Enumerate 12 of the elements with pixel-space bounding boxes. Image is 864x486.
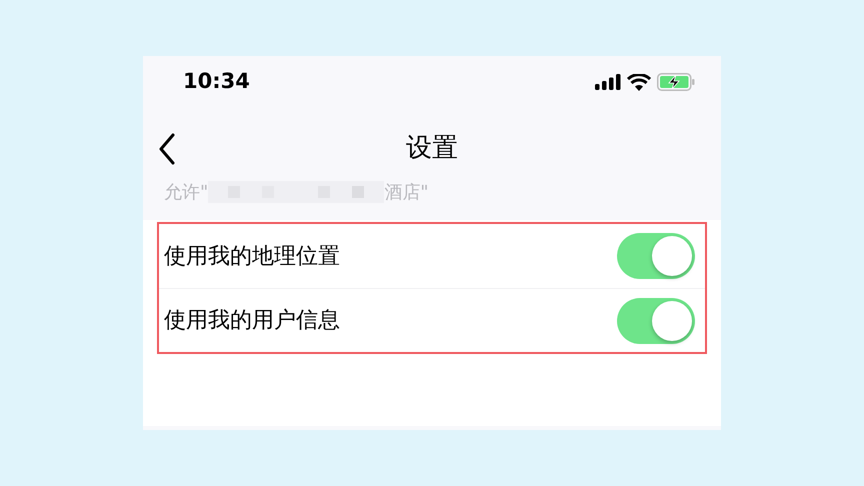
setting-label: 使用我的地理位置 (164, 242, 340, 270)
back-chevron-icon (158, 133, 176, 165)
wifi-icon (627, 74, 651, 90)
setting-label: 使用我的用户信息 (164, 307, 340, 335)
battery-charging-icon (657, 73, 695, 91)
subtitle-prefix: 允许" (164, 180, 208, 204)
toggle-switch[interactable] (617, 233, 695, 279)
signal-icon (595, 74, 621, 90)
status-time: 10:34 (183, 68, 250, 96)
toggle-switch[interactable] (617, 298, 695, 344)
page-title: 设置 (406, 132, 458, 164)
subtitle-suffix: 酒店" (384, 180, 429, 204)
